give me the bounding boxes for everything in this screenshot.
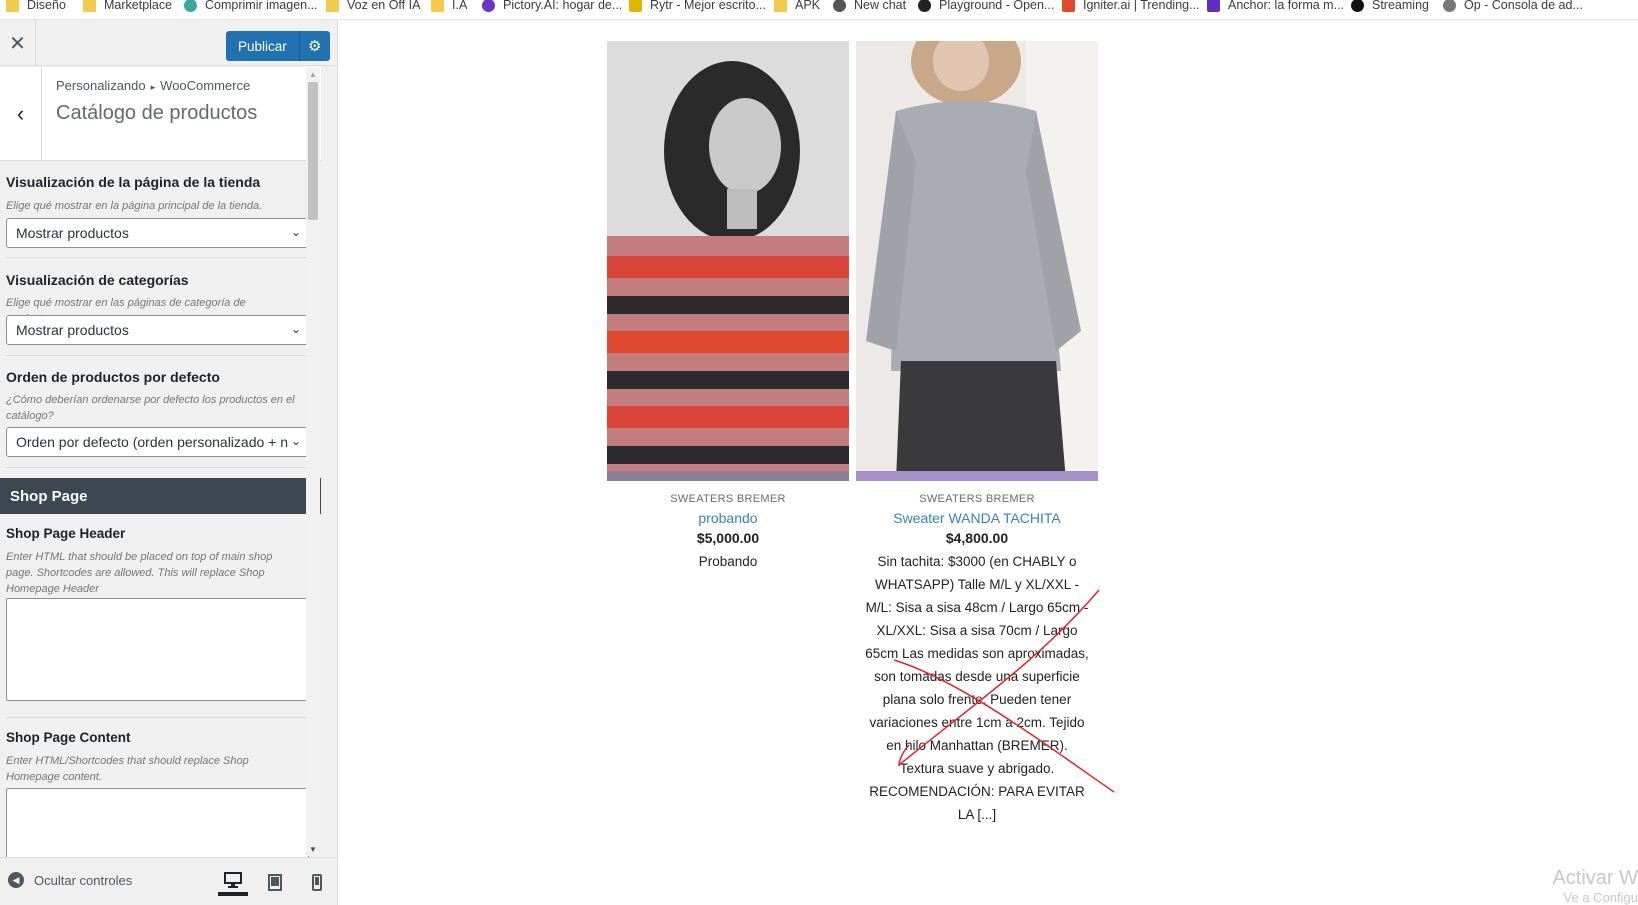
bookmark-streaming[interactable]: Streaming — [1351, 0, 1429, 15]
bookmark-pictory[interactable]: Pictory.AI: hogar de... — [482, 0, 622, 15]
bookmark-ia[interactable]: I.A — [431, 0, 467, 15]
bookmark-op-consola[interactable]: Op - Consola de ad... — [1443, 0, 1583, 15]
rytr-icon — [629, 0, 642, 12]
publish-button[interactable]: Publicar — [226, 31, 300, 61]
close-customizer-button[interactable]: ✕ — [0, 20, 36, 66]
windows-activation-watermark: Activar W — [1552, 867, 1638, 889]
chevron-down-icon: ⌄ — [290, 225, 301, 239]
divider — [6, 257, 309, 258]
bookmark-anchor[interactable]: Anchor: la forma m... — [1207, 0, 1344, 15]
category-display-title: Visualización de categorías — [6, 272, 189, 288]
desktop-icon — [224, 872, 242, 888]
breadcrumb-separator-icon: ▸ — [150, 82, 156, 92]
shop-page-header-textarea[interactable] — [6, 598, 309, 701]
windows-activation-watermark-subtitle: Ve a Configu — [1563, 890, 1638, 905]
bookmark-comprimir[interactable]: Comprimir imagen... — [184, 0, 318, 15]
tablet-icon — [268, 873, 282, 891]
folder-icon — [83, 0, 96, 12]
shop-display-title: Visualización de la página de la tienda — [6, 174, 261, 190]
section-header: ‹ Personalizando ▸ WooCommerce Catálogo de… — [0, 67, 321, 161]
sidebar-scrollbar[interactable]: ▲ ▼ — [306, 68, 320, 856]
anchor-icon — [1207, 0, 1220, 12]
folder-icon — [6, 0, 19, 12]
shop-page-header-description: Enter HTML that should be placed on top … — [6, 551, 273, 595]
product-title-link[interactable]: Sweater WANDA TACHITA — [856, 510, 1098, 526]
scroll-up-icon[interactable]: ▲ — [309, 70, 317, 79]
bookmarks-bar: Diseño Marketplace Comprimir imagen... V… — [0, 0, 1638, 20]
bookmark-rytr[interactable]: Rytr - Mejor escrito... — [629, 0, 766, 15]
bookmark-voz-en-off[interactable]: Voz en Off IA — [326, 0, 420, 15]
gear-icon: ⚙ — [308, 38, 322, 55]
collapse-icon: ◀ — [8, 872, 24, 888]
compress-icon — [184, 0, 197, 12]
breadcrumb: Personalizando ▸ WooCommerce — [56, 78, 251, 93]
chevron-left-icon: ‹ — [16, 101, 25, 126]
product-title-link[interactable]: probando — [607, 510, 849, 526]
bookmark-diseno[interactable]: Diseño — [6, 0, 66, 15]
streaming-icon — [1351, 0, 1364, 12]
shop-page-content-textarea[interactable] — [6, 788, 309, 857]
preview-desktop-button[interactable] — [218, 868, 248, 896]
igniter-icon — [1062, 0, 1075, 12]
divider — [6, 717, 309, 718]
divider — [6, 355, 309, 356]
close-icon: ✕ — [9, 32, 26, 55]
category-display-select[interactable]: Mostrar productos ⌄ — [6, 315, 310, 345]
product-description: Sin tachita: $3000 (en CHABLY o WHATSAPP… — [865, 554, 1089, 822]
shop-page-content-title: Shop Page Content — [6, 730, 131, 745]
bookmark-igniter[interactable]: Igniter.ai | Trending... — [1062, 0, 1200, 15]
preview-tablet-button[interactable] — [260, 868, 290, 896]
scrollbar-thumb[interactable] — [308, 82, 318, 220]
bookmark-new-chat[interactable]: New chat — [833, 0, 906, 15]
bookmark-apk[interactable]: APK — [774, 0, 820, 15]
customizer-panel: ‹ Personalizando ▸ WooCommerce Catálogo de… — [0, 67, 337, 857]
section-title: Catálogo de productos — [56, 102, 258, 124]
product-category: SWEATERS BREMER — [670, 493, 786, 505]
customizer-footer: ◀ Ocultar controles — [0, 857, 337, 905]
product-photo-striped-sweater — [607, 41, 849, 481]
product-price: $5,000.00 — [696, 530, 760, 546]
pictory-icon — [482, 0, 495, 12]
openai-icon — [918, 0, 931, 12]
shop-display-description: Elige qué mostrar en la página principal… — [6, 200, 263, 212]
chevron-down-icon: ⌄ — [290, 434, 301, 448]
product-photo-grey-sweater — [856, 41, 1098, 481]
folder-icon — [431, 0, 444, 12]
customizer-header: ✕ Publicar ⚙ — [0, 20, 337, 66]
shop-page-header-title: Shop Page Header — [6, 526, 126, 541]
publish-button-group: Publicar ⚙ — [226, 31, 330, 61]
product-image[interactable] — [607, 41, 849, 481]
chat-icon — [833, 0, 846, 12]
chevron-down-icon: ⌄ — [290, 322, 301, 336]
site-preview: SWEATERS BREMER probando $5,000.00 Proba… — [339, 20, 1638, 905]
default-sorting-select[interactable]: Orden por defecto (orden personalizado +… — [6, 427, 310, 457]
shop-page-content-description: Enter HTML/Shortcodes that should replac… — [6, 755, 249, 783]
customizer-sidebar: ✕ Publicar ⚙ ‹ Personalizando ▸ WooCommerc… — [0, 20, 338, 905]
product-card: SWEATERS BREMER probando $5,000.00 Proba… — [607, 41, 849, 573]
back-button[interactable]: ‹ — [0, 67, 42, 161]
product-price: $4,800.00 — [945, 530, 1009, 546]
product-category: SWEATERS BREMER — [919, 493, 1035, 505]
console-icon — [1443, 0, 1456, 12]
bookmark-marketplace[interactable]: Marketplace — [83, 0, 172, 15]
hide-controls-button[interactable]: ◀ Ocultar controles — [8, 872, 132, 888]
folder-icon — [774, 0, 787, 12]
shop-display-select[interactable]: Mostrar productos ⌄ — [6, 218, 310, 248]
default-sorting-title: Orden de productos por defecto — [6, 369, 220, 385]
preview-mobile-button[interactable] — [302, 868, 332, 896]
folder-icon — [326, 0, 339, 12]
product-card: SWEATERS BREMER Sweater WANDA TACHITA $4… — [856, 41, 1098, 826]
mobile-icon — [312, 873, 322, 891]
product-description: Probando — [698, 554, 758, 569]
divider — [6, 467, 309, 468]
product-image[interactable] — [856, 41, 1098, 481]
scroll-down-icon[interactable]: ▼ — [309, 845, 317, 854]
publish-settings-button[interactable]: ⚙ — [299, 31, 330, 61]
bookmark-playground[interactable]: Playground - Open... — [918, 0, 1054, 15]
shop-page-banner: Shop Page — [0, 478, 321, 514]
default-sorting-description: ¿Cómo deberían ordenarse por defecto los… — [6, 394, 295, 422]
